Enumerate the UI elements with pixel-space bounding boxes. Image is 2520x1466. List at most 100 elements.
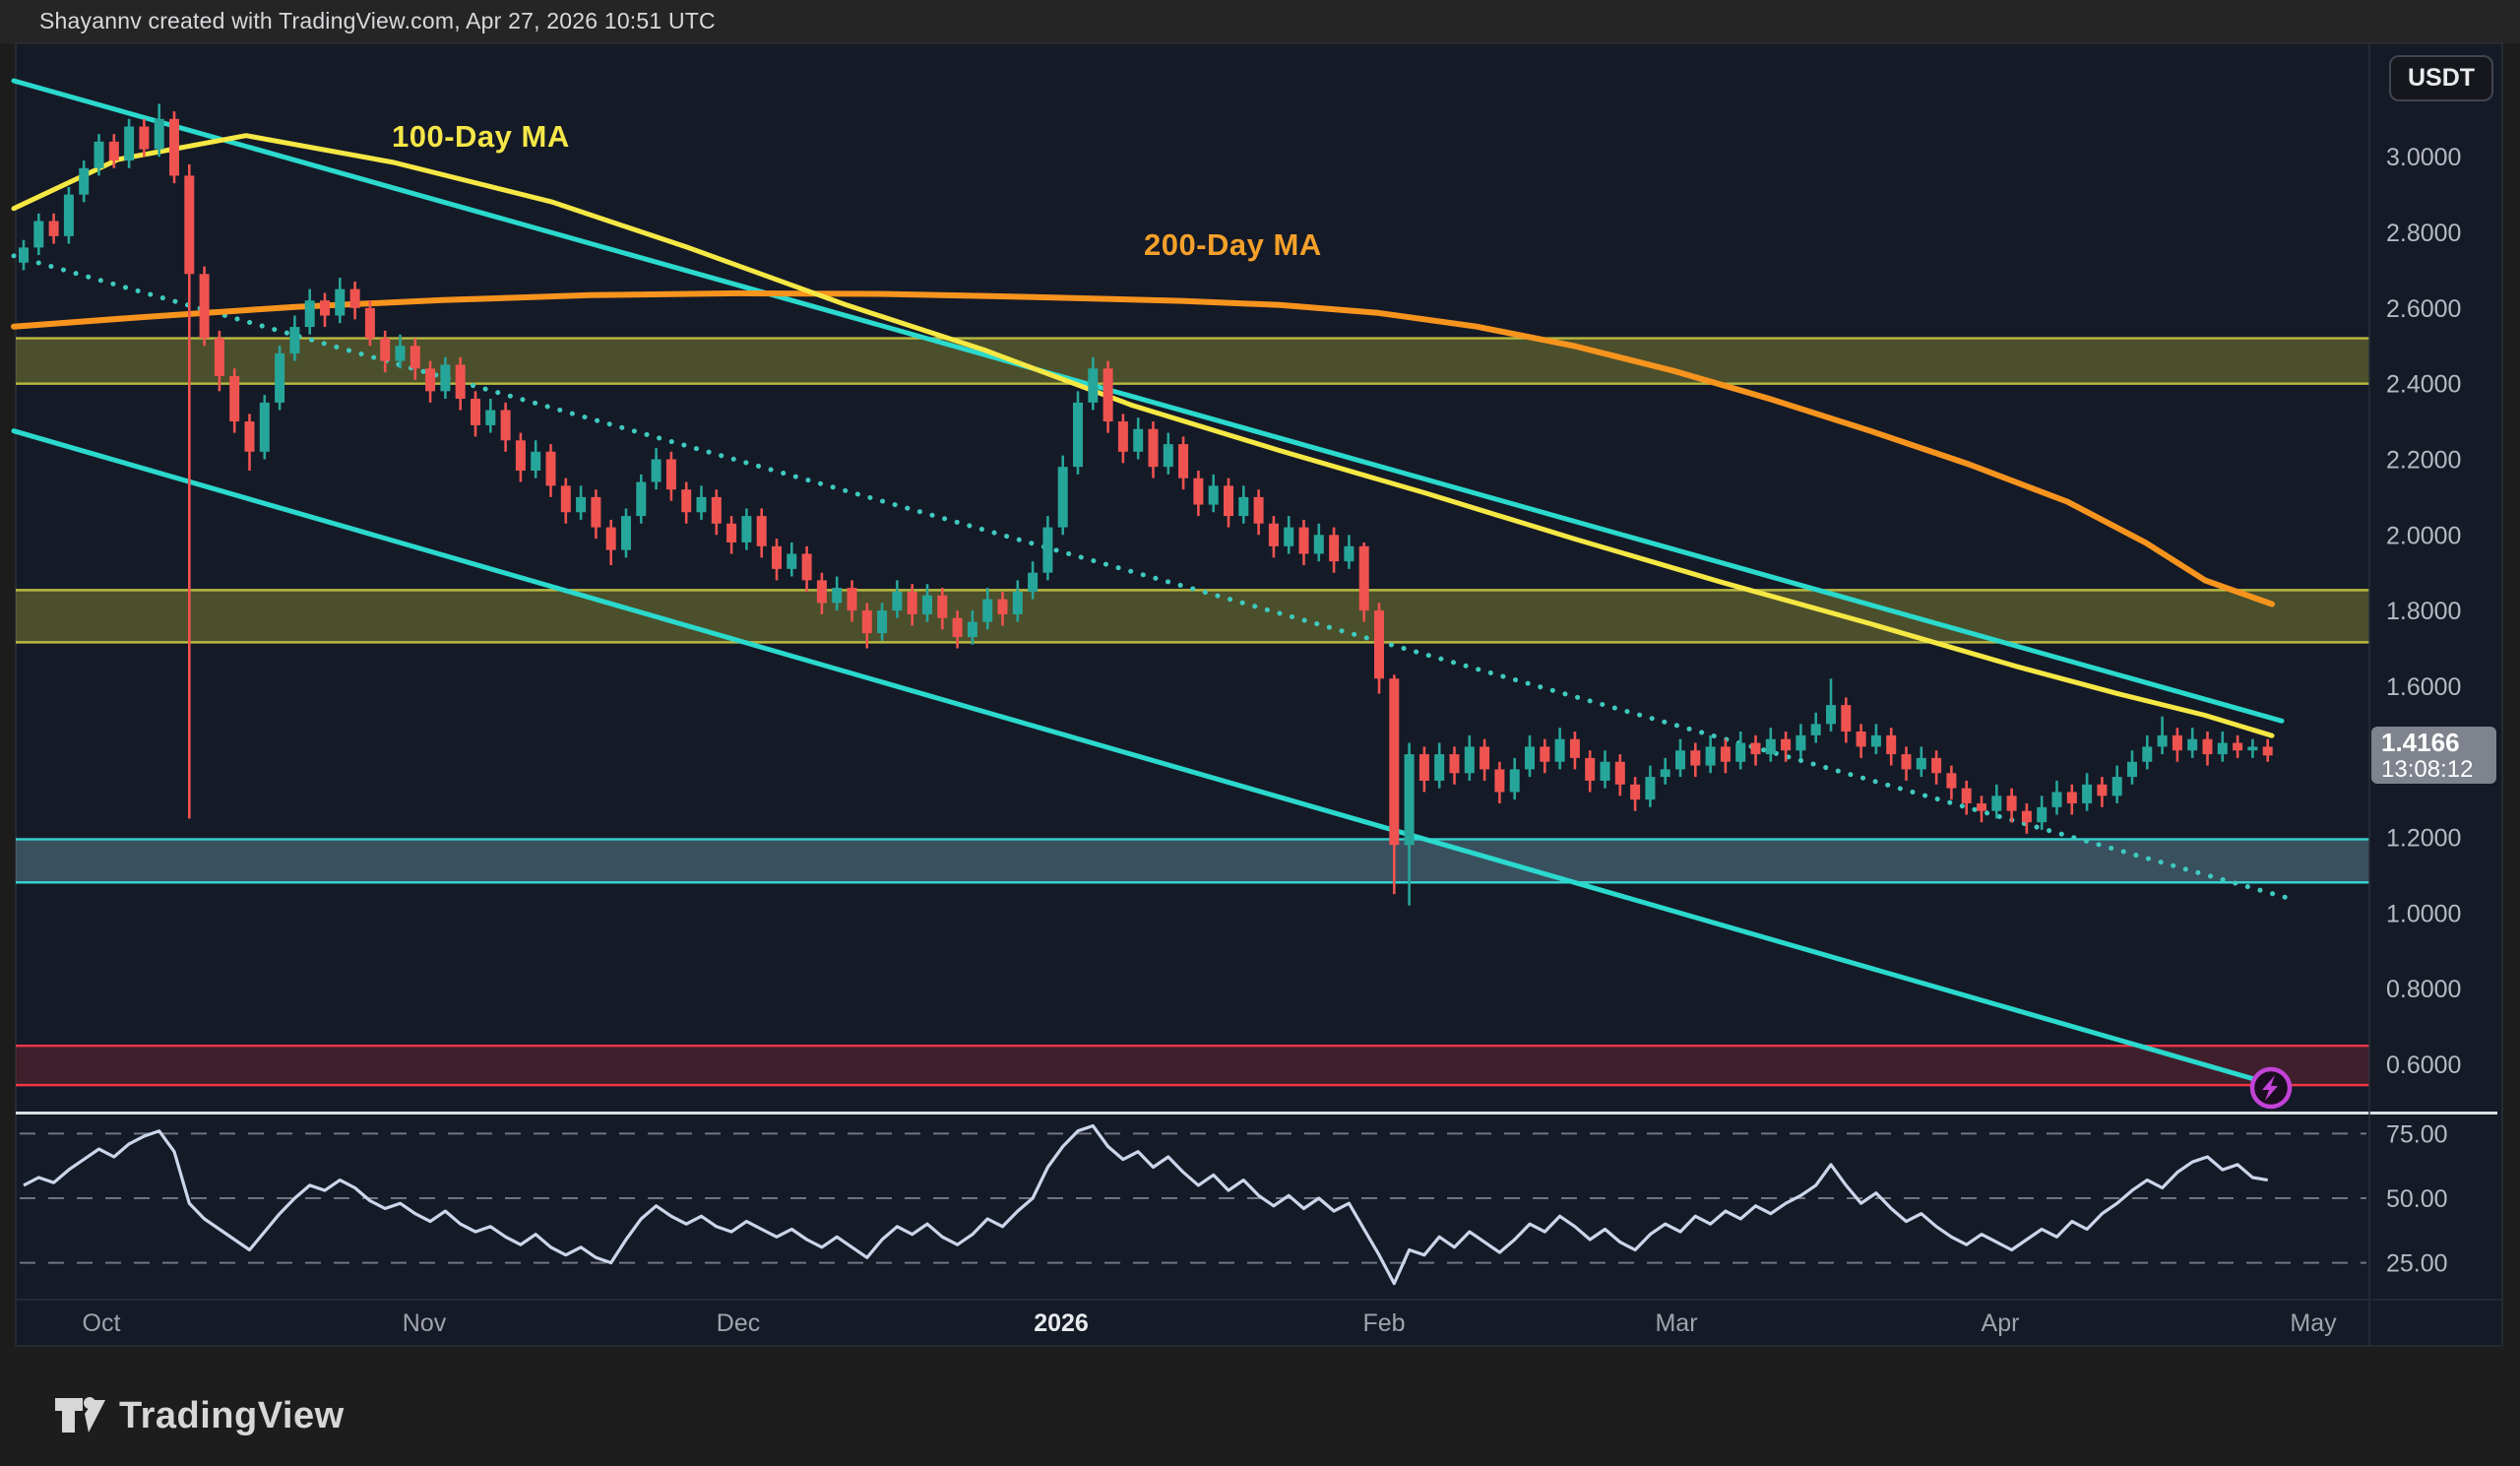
last-price-badge: 1.4166 13:08:12 — [2371, 727, 2496, 784]
candle-body — [19, 247, 29, 262]
candle-body — [215, 339, 224, 376]
candle-body — [2097, 785, 2107, 797]
price-tick-label: 2.4000 — [2386, 371, 2461, 399]
candle-body — [1751, 743, 1761, 755]
tradingview-logo-text: TradingView — [119, 1395, 345, 1437]
candle-body — [666, 459, 676, 489]
candle-body — [817, 580, 827, 603]
candle-body — [726, 524, 736, 542]
candle-body — [1706, 746, 1716, 765]
candle-body — [998, 600, 1008, 614]
candle-body — [1359, 546, 1369, 610]
candle-body — [1299, 528, 1309, 554]
price-tick-label: 1.8000 — [2386, 598, 2461, 625]
candle-body — [591, 497, 600, 528]
bar-countdown: 13:08:12 — [2381, 757, 2496, 782]
price-tick-label: 0.8000 — [2386, 976, 2461, 1003]
candle-body — [1164, 444, 1173, 467]
candle-body — [741, 516, 751, 542]
candle-body — [787, 553, 796, 568]
candle-body — [531, 452, 540, 471]
candle-body — [908, 592, 917, 614]
price-tick-label: 2.2000 — [2386, 446, 2461, 474]
candle-body — [365, 308, 375, 339]
candle-body — [2112, 777, 2122, 796]
candle-body — [982, 600, 992, 622]
candle-body — [1886, 735, 1896, 754]
candle-body — [1570, 739, 1580, 758]
candle-body — [1178, 444, 1188, 478]
candle-body — [1329, 535, 1339, 561]
candle-body — [1494, 769, 1504, 792]
candle-body — [1555, 739, 1565, 762]
candle-body — [275, 353, 284, 403]
candle-body — [1013, 592, 1023, 614]
candle-body — [2052, 792, 2062, 806]
candle-body — [1766, 739, 1776, 754]
candle-body — [1721, 746, 1731, 761]
price-tick-label: 1.6000 — [2386, 673, 2461, 701]
candle-body — [245, 421, 255, 452]
boost-button[interactable] — [2252, 1069, 2290, 1107]
candle-body — [124, 126, 134, 160]
candle-body — [953, 618, 963, 637]
candle-body — [1871, 735, 1881, 747]
candle-body — [712, 497, 722, 524]
candle-body — [1781, 739, 1791, 751]
candle-body — [1193, 478, 1203, 505]
candle-body — [1284, 528, 1293, 546]
candle-body — [1510, 769, 1520, 792]
candle-body — [33, 222, 43, 248]
candle-body — [1088, 368, 1098, 403]
tradingview-logo-icon — [54, 1392, 105, 1439]
chart-canvas[interactable]: 3.00002.80002.60002.40002.20002.00001.80… — [0, 0, 2520, 1466]
candle-body — [1601, 762, 1610, 781]
candle-body — [440, 364, 450, 391]
candle-body — [2067, 792, 2077, 803]
rsi-tick-label: 50.00 — [2386, 1185, 2448, 1213]
price-tick-label: 2.8000 — [2386, 220, 2461, 247]
candle-body — [1826, 705, 1836, 724]
candle-body — [848, 588, 857, 610]
candle-body — [350, 289, 360, 308]
support-zone-teal — [16, 839, 2369, 882]
candle-body — [561, 485, 571, 512]
candle-body — [1058, 467, 1068, 527]
candle-body — [2218, 743, 2228, 755]
candle-body — [1585, 758, 1595, 781]
currency-badge[interactable]: USDT — [2389, 55, 2493, 101]
candle-body — [832, 588, 842, 603]
candle-body — [877, 610, 887, 633]
ma200-annotation: 200-Day MA — [1144, 227, 1322, 263]
candle-body — [2173, 735, 2182, 750]
candle-body — [606, 528, 616, 550]
candle-body — [802, 553, 812, 580]
candle-body — [471, 399, 480, 425]
candle-body — [1480, 746, 1489, 769]
candle-body — [2187, 739, 2197, 751]
candle-body — [1344, 546, 1354, 561]
candle-body — [922, 596, 932, 614]
time-tick-label: Feb — [1362, 1309, 1405, 1337]
candle-body — [1434, 754, 1444, 781]
candle-body — [2127, 762, 2137, 777]
candle-body — [2247, 746, 2257, 750]
candle-body — [1209, 485, 1219, 504]
candle-body — [621, 516, 631, 550]
currency-badge-label: USDT — [2408, 64, 2475, 93]
candle-body — [1149, 429, 1159, 467]
tradingview-logo[interactable]: TradingView — [54, 1392, 345, 1439]
time-tick-label: May — [2290, 1309, 2337, 1337]
candle-body — [1675, 750, 1685, 769]
candle-body — [772, 546, 782, 569]
candle-body — [681, 489, 691, 512]
candle-body — [485, 411, 495, 425]
candle-body — [1118, 421, 1128, 452]
candle-body — [1450, 754, 1460, 773]
candle-body — [184, 175, 194, 274]
price-tick-label: 2.6000 — [2386, 295, 2461, 323]
candle-body — [169, 119, 179, 176]
candle-body — [380, 339, 390, 361]
support-zone-red — [16, 1046, 2369, 1085]
candle-body — [2082, 785, 2092, 803]
